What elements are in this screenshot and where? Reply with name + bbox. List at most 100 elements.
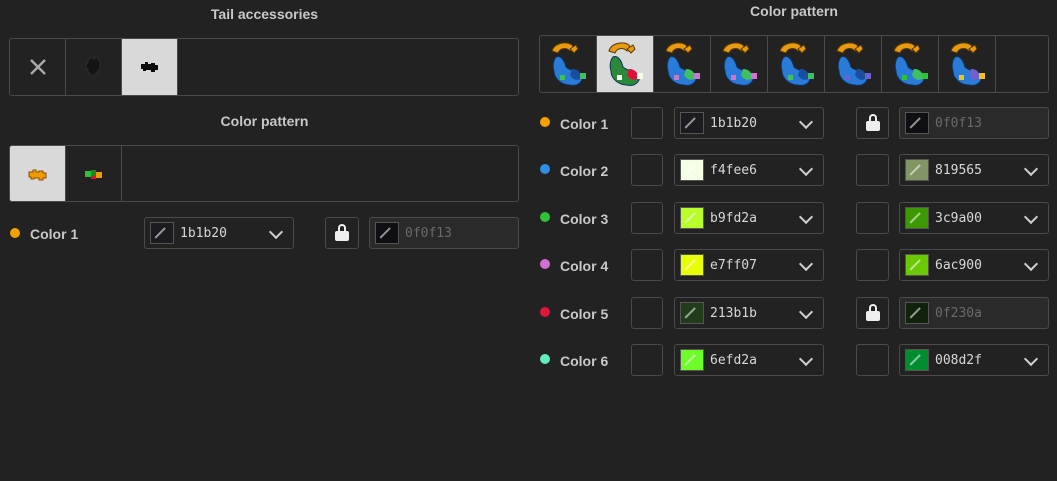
pattern-variant-3[interactable]	[654, 36, 711, 92]
right-color-4-lock-button[interactable]	[856, 249, 889, 281]
left-color-pattern-strip	[9, 145, 519, 202]
right-color-3-secondary-picker[interactable]: 3c9a00	[899, 202, 1049, 234]
chevron-down-icon	[798, 351, 814, 367]
right-color-3-toggle[interactable]	[631, 202, 663, 234]
right-color-pattern-title: Color pattern	[750, 3, 838, 19]
bird-pattern-icon	[950, 42, 985, 86]
right-color-6-dot	[540, 354, 550, 364]
right-color-5-dot	[540, 307, 550, 317]
tail-accessory-option-1[interactable]	[66, 39, 122, 95]
chevron-down-icon	[798, 256, 814, 272]
tail-accessory-option-2[interactable]	[122, 39, 178, 95]
chevron-down-icon	[798, 304, 814, 320]
pattern-option-1[interactable]	[10, 146, 66, 201]
color-swatch	[905, 349, 929, 371]
chevron-down-icon	[1023, 256, 1039, 272]
color-hex-value: 008d2f	[935, 353, 982, 368]
chevron-down-icon	[268, 224, 284, 240]
pattern-variant-9	[996, 36, 1048, 92]
right-color-2-picker[interactable]: f4fee6	[674, 154, 824, 186]
color-hex-value: 1b1b20	[710, 116, 757, 131]
left-color-1-picker[interactable]: 1b1b20	[144, 217, 294, 249]
color-swatch	[905, 112, 929, 134]
right-color-5-label: Color 5	[560, 306, 609, 322]
pattern-variant-7[interactable]	[882, 36, 939, 92]
left-color-1-label: Color 1	[30, 226, 79, 242]
right-color-2-lock-button[interactable]	[856, 154, 889, 186]
right-color-2-dot	[540, 164, 550, 174]
bird-pattern-icon	[608, 42, 643, 86]
right-color-5-picker[interactable]: 213b1b	[674, 297, 824, 329]
left-color-1-locked-picker: 0f0f13	[369, 217, 519, 249]
bird-pattern-icon	[722, 42, 757, 86]
left-color-1-dot	[10, 228, 20, 238]
lock-icon	[335, 224, 349, 242]
lock-icon	[865, 114, 880, 132]
color-hex-value: f4fee6	[710, 163, 757, 178]
color-swatch	[680, 302, 704, 324]
close-icon	[29, 59, 46, 75]
right-color-1-picker[interactable]: 1b1b20	[674, 107, 824, 139]
right-color-4-dot	[540, 259, 550, 269]
bird-pattern-icon	[836, 42, 871, 86]
right-color-2-secondary-picker[interactable]: 819565	[899, 154, 1049, 186]
left-color-1-lock-button[interactable]	[325, 217, 359, 249]
pattern-variant-1[interactable]	[540, 36, 597, 92]
right-color-6-label: Color 6	[560, 353, 609, 369]
color-hex-value: e7ff07	[710, 258, 757, 273]
right-color-6-toggle[interactable]	[631, 344, 663, 376]
right-color-1-lock-button[interactable]	[856, 107, 889, 139]
bird-pattern-icon	[551, 42, 586, 86]
right-color-3-picker[interactable]: b9fd2a	[674, 202, 824, 234]
right-color-2-label: Color 2	[560, 163, 609, 179]
right-color-6-picker[interactable]: 6efd2a	[674, 344, 824, 376]
chevron-down-icon	[1023, 351, 1039, 367]
pattern-option-2[interactable]	[66, 146, 122, 201]
chevron-down-icon	[798, 114, 814, 130]
color-hex-value: b9fd2a	[710, 211, 757, 226]
right-color-5-lock-button[interactable]	[856, 297, 889, 329]
color-swatch	[680, 254, 704, 276]
color-swatch	[680, 349, 704, 371]
right-color-3-dot	[540, 212, 550, 222]
right-color-1-label: Color 1	[560, 116, 609, 132]
lock-icon	[865, 304, 880, 322]
right-color-4-toggle[interactable]	[631, 249, 663, 281]
pattern-multicolor-icon	[84, 169, 102, 179]
pattern-variant-4[interactable]	[711, 36, 768, 92]
right-color-1-secondary-picker: 0f0f13	[899, 107, 1049, 139]
bird-pattern-icon	[893, 42, 928, 86]
right-color-2-toggle[interactable]	[631, 154, 663, 186]
tail-accessory-dark-icon	[85, 56, 100, 76]
tail-accessories-title: Tail accessories	[210, 6, 319, 22]
right-color-4-secondary-picker[interactable]: 6ac900	[899, 249, 1049, 281]
color-swatch	[905, 159, 929, 181]
right-color-5-secondary-picker: 0f230a	[899, 297, 1049, 329]
right-color-1-dot	[540, 117, 550, 127]
color-hex-value: 0f0f13	[405, 226, 452, 241]
tail-accessory-black-icon	[140, 62, 158, 72]
color-swatch	[680, 112, 704, 134]
color-hex-value: 6efd2a	[710, 353, 757, 368]
right-color-6-secondary-picker[interactable]: 008d2f	[899, 344, 1049, 376]
color-hex-value: 819565	[935, 163, 982, 178]
color-hex-value: 213b1b	[710, 306, 757, 321]
pattern-variant-6[interactable]	[825, 36, 882, 92]
color-swatch	[905, 207, 929, 229]
right-color-4-picker[interactable]: e7ff07	[674, 249, 824, 281]
pattern-variant-2[interactable]	[597, 36, 654, 92]
bird-pattern-icon	[779, 42, 814, 86]
right-color-6-lock-button[interactable]	[856, 344, 889, 376]
pattern-variant-5[interactable]	[768, 36, 825, 92]
chevron-down-icon	[1023, 209, 1039, 225]
tail-accessory-none[interactable]	[10, 39, 66, 95]
pattern-variant-8[interactable]	[939, 36, 996, 92]
bird-pattern-icon	[665, 42, 700, 86]
color-hex-value: 1b1b20	[180, 226, 227, 241]
color-swatch	[905, 302, 929, 324]
chevron-down-icon	[798, 209, 814, 225]
right-color-3-lock-button[interactable]	[856, 202, 889, 234]
right-color-5-toggle[interactable]	[631, 297, 663, 329]
pattern-orange-icon	[28, 169, 46, 180]
right-color-1-toggle[interactable]	[631, 107, 663, 139]
